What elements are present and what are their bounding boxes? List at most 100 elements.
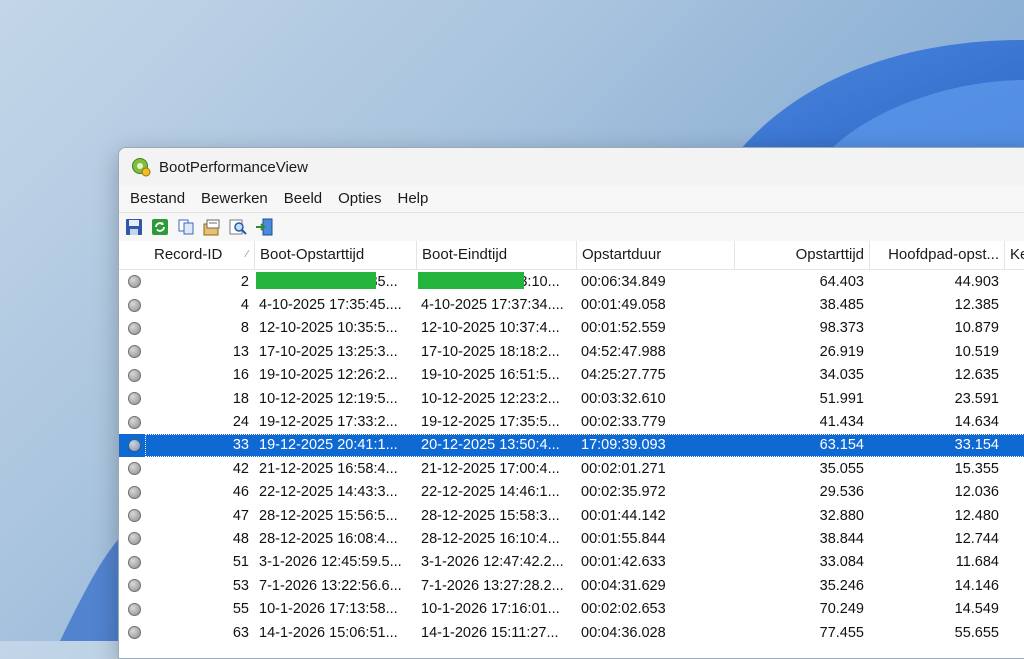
menu-beeld[interactable]: Beeld (277, 186, 331, 212)
table-row[interactable]: 21-10-2025 14:25:35...1-10-2025 14:33:10… (119, 270, 1024, 293)
table-row[interactable]: 42 21-12-2025 16:58:4... 21-12-2025 17:00:… (119, 457, 1024, 480)
header-boot-end[interactable]: Boot-Eindtijd (416, 241, 576, 269)
cell-duration: 04:52:47.988 (581, 343, 666, 360)
cell-main-path: 15.355 (954, 460, 999, 477)
cell-duration: 00:01:49.058 (581, 297, 666, 314)
menu-bewerken[interactable]: Bewerken (194, 186, 277, 212)
header-boot-start[interactable]: Boot-Opstarttijd (254, 241, 416, 269)
header-boot-time[interactable]: Opstarttijd (734, 241, 869, 269)
cell-boot-end: 21-12-2025 17:00:4... (421, 460, 560, 477)
cell-record-id: 33 (232, 437, 249, 454)
cell-record-id: 63 (232, 624, 249, 641)
cell-boot-start: 4-10-2025 17:35:45.... (259, 297, 402, 314)
exit-button[interactable] (253, 216, 275, 238)
cell-boot-start: 19-10-2025 12:26:2... (259, 367, 398, 384)
cell-boot-start: 12-10-2025 10:35:5... (259, 320, 398, 337)
window-title: BootPerformanceView (159, 158, 308, 176)
copy-icon (178, 219, 194, 235)
cell-boot-start: 22-12-2025 14:43:3... (259, 484, 398, 501)
cell-boot-end: 10-1-2026 17:16:01... (421, 601, 560, 618)
table-row[interactable]: 47 28-12-2025 15:56:5... 28-12-2025 15:58:… (119, 504, 1024, 527)
redaction-block (256, 272, 376, 289)
app-icon (132, 158, 151, 177)
header-main-path[interactable]: Hoofdpad-opst... (869, 241, 1004, 269)
cell-boot-end: 22-12-2025 14:46:1... (421, 484, 560, 501)
record-dot-icon (127, 298, 141, 312)
cell-boot-end: 28-12-2025 16:10:4... (421, 530, 560, 547)
cell-main-path: 14.549 (954, 601, 999, 618)
table-row[interactable]: 55 10-1-2026 17:13:58... 10-1-2026 17:16:0… (119, 597, 1024, 620)
cell-duration: 17:09:39.093 (581, 437, 666, 454)
table-row[interactable]: 51 3-1-2026 12:45:59.5... 3-1-2026 12:47:4… (119, 551, 1024, 574)
table-row[interactable]: 33 19-12-2025 20:41:1... 20-12-2025 13:50:… (119, 433, 1024, 458)
cell-record-id: 53 (232, 577, 249, 594)
row-status-icon (119, 438, 149, 452)
cell-main-path: 14.634 (954, 414, 999, 431)
cell-boot-end: 28-12-2025 15:58:3... (421, 507, 560, 524)
cell-record-id: 51 (232, 554, 249, 571)
header-record-id[interactable]: Record-ID ∕ (149, 241, 254, 269)
record-dot-icon (127, 275, 141, 289)
cell-main-path: 14.146 (954, 577, 999, 594)
cell-main-path: 10.519 (954, 343, 999, 360)
menu-opties[interactable]: Opties (331, 186, 390, 212)
cell-boot-end: 19-12-2025 17:35:5... (421, 414, 560, 431)
cell-main-path: 12.036 (954, 484, 999, 501)
record-dot-icon (127, 579, 141, 593)
save-icon (126, 219, 142, 235)
cell-duration: 00:01:52.559 (581, 320, 666, 337)
cell-boot-start: 3-1-2026 12:45:59.5... (259, 554, 402, 571)
record-dot-icon (127, 321, 141, 335)
cell-boot-start: 7-1-2026 13:22:56.6... (259, 577, 402, 594)
cell-boot-end: 19-10-2025 16:51:5... (421, 367, 560, 384)
refresh-button[interactable] (149, 216, 171, 238)
find-button[interactable] (227, 216, 249, 238)
cell-duration: 00:02:01.271 (581, 460, 666, 477)
table-row[interactable]: 53 7-1-2026 13:22:56.6... 7-1-2026 13:27:2… (119, 574, 1024, 597)
table-row[interactable]: 24 19-12-2025 17:33:2... 19-12-2025 17:35:… (119, 410, 1024, 433)
cell-boot-start: 28-12-2025 16:08:4... (259, 530, 398, 547)
record-dot-icon (127, 555, 141, 569)
boot-records-table: Record-ID ∕ Boot-Opstarttijd Boot-Eindti… (119, 241, 1024, 644)
cell-boot-time: 98.373 (819, 320, 864, 337)
cell-record-id: 55 (232, 601, 249, 618)
table-row[interactable]: 16 19-10-2025 12:26:2... 19-10-2025 16:51:… (119, 364, 1024, 387)
copy-button[interactable] (175, 216, 197, 238)
row-status-icon (119, 579, 149, 593)
exit-icon (256, 218, 273, 236)
row-status-icon (119, 392, 149, 406)
cell-boot-time: 32.880 (819, 507, 864, 524)
cell-main-path: 33.154 (954, 437, 999, 454)
row-status-icon (119, 462, 149, 476)
properties-button[interactable] (201, 216, 223, 238)
header-duration[interactable]: Opstartduur (576, 241, 734, 269)
table-row[interactable]: 18 10-12-2025 12:19:5... 10-12-2025 12:23:… (119, 387, 1024, 410)
menu-help[interactable]: Help (390, 186, 437, 212)
cell-boot-time: 26.919 (819, 343, 864, 360)
cell-boot-end: 3-1-2026 12:47:42.2... (421, 554, 564, 571)
table-row[interactable]: 48 28-12-2025 16:08:4... 28-12-2025 16:10:… (119, 527, 1024, 550)
table-row[interactable]: 8 12-10-2025 10:35:5... 12-10-2025 10:37:4… (119, 317, 1024, 340)
table-row[interactable]: 13 17-10-2025 13:25:3... 17-10-2025 18:18:… (119, 340, 1024, 363)
cell-main-path: 12.385 (954, 297, 999, 314)
cell-record-id: 18 (232, 390, 249, 407)
menu-bestand[interactable]: Bestand (123, 186, 194, 212)
cell-boot-end: 7-1-2026 13:27:28.2... (421, 577, 564, 594)
cell-boot-time: 51.991 (819, 390, 864, 407)
table-row[interactable]: 46 22-12-2025 14:43:3... 22-12-2025 14:46:… (119, 481, 1024, 504)
cell-main-path: 12.744 (954, 530, 999, 547)
cell-boot-end: 4-10-2025 17:37:34.... (421, 297, 564, 314)
record-dot-icon (127, 392, 141, 406)
cell-boot-time: 41.434 (819, 414, 864, 431)
record-dot-icon (127, 415, 141, 429)
table-row[interactable]: 4 4-10-2025 17:35:45.... 4-10-2025 17:37:3… (119, 293, 1024, 316)
header-icon-column (119, 241, 149, 269)
header-kernel[interactable]: Ker (1004, 241, 1024, 269)
row-status-icon (119, 626, 149, 640)
cell-duration: 00:06:34.849 (581, 273, 666, 290)
cell-duration: 00:02:35.972 (581, 484, 666, 501)
app-window: BootPerformanceView Bestand Bewerken Bee… (118, 147, 1024, 659)
cell-record-id: 16 (232, 367, 249, 384)
save-button[interactable] (123, 216, 145, 238)
row-status-icon (119, 602, 149, 616)
